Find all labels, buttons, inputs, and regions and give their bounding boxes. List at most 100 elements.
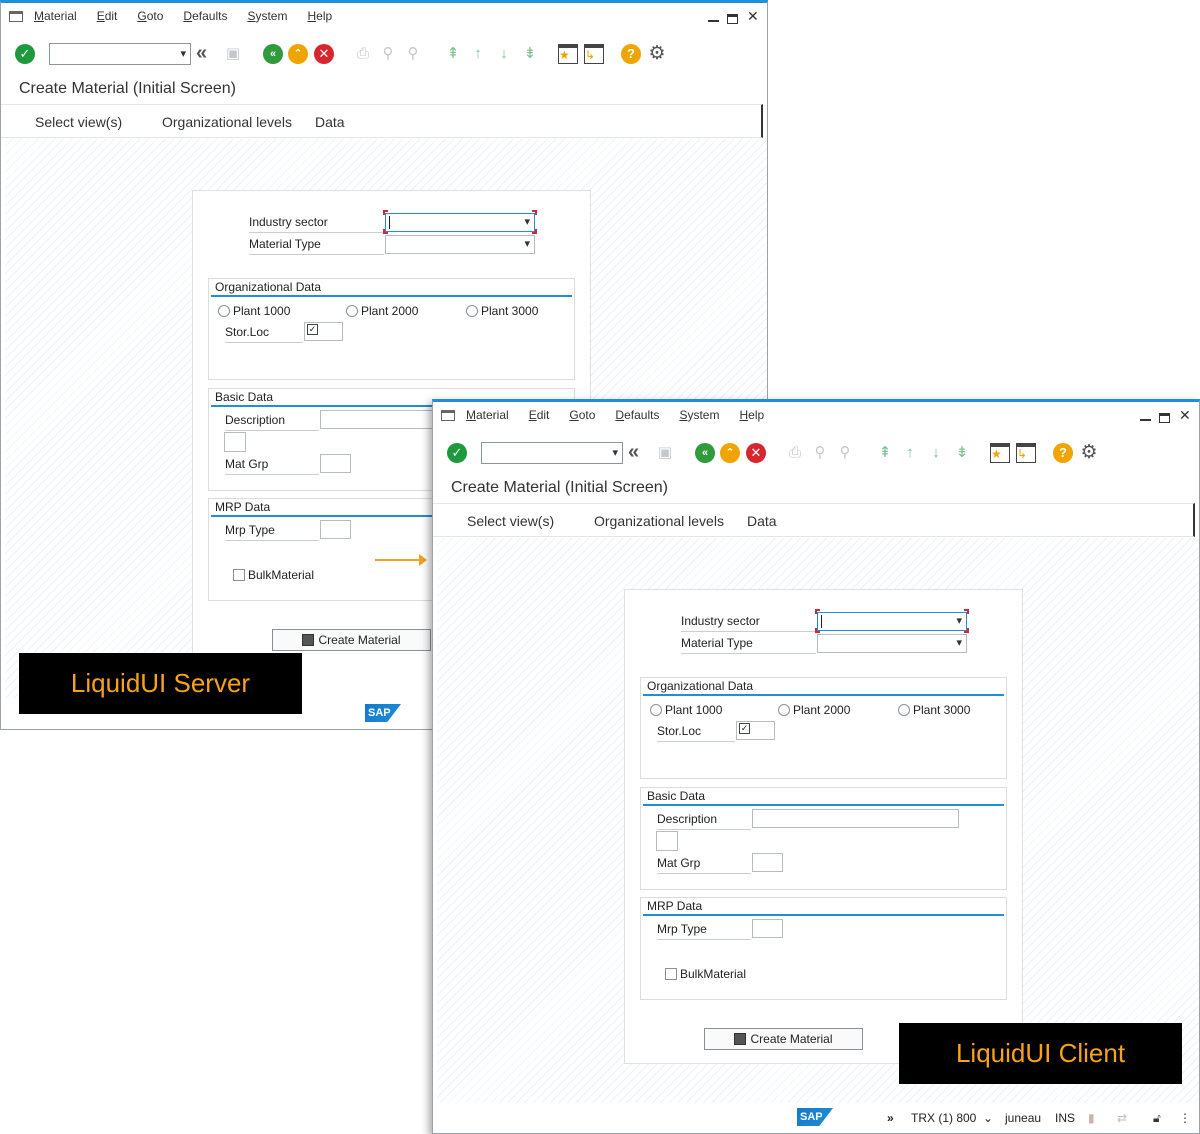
create-material-button[interactable]: Create Material (704, 1028, 863, 1050)
bulk-material-checkbox[interactable]: BulkMaterial (665, 967, 746, 981)
find-icon[interactable]: ⚲ (378, 44, 398, 64)
chevron-down-icon[interactable]: ⌄ (983, 1111, 993, 1125)
storloc-field[interactable]: ✓ (736, 721, 775, 740)
description-field[interactable] (752, 809, 959, 828)
gear-icon[interactable]: ⚙ (1079, 443, 1099, 463)
radio-plant-3000[interactable]: Plant 3000 (898, 703, 970, 717)
mrp-type-field[interactable] (320, 520, 351, 539)
minimize-icon[interactable] (708, 14, 719, 22)
menu-defaults[interactable]: Defaults (615, 408, 659, 422)
tab-select-views[interactable]: Select view(s) (467, 513, 554, 529)
new-session-icon[interactable]: ★ (990, 443, 1010, 463)
exit-icon[interactable]: ⌃ (288, 44, 308, 64)
mrp-type-field[interactable] (752, 919, 783, 938)
maximize-icon[interactable] (727, 14, 738, 24)
menu-goto[interactable]: Goto (569, 408, 595, 422)
chevron-down-icon: ▾ (180, 48, 186, 60)
exit-icon[interactable]: ⌃ (720, 443, 740, 463)
enter-check-icon[interactable]: ✓ (15, 44, 35, 64)
radio-plant-1000[interactable]: Plant 1000 (650, 703, 722, 717)
unlock-icon[interactable]: 🔓︎ (1153, 1111, 1161, 1126)
tab-data[interactable]: Data (315, 114, 345, 130)
menu-edit[interactable]: Edit (529, 408, 550, 422)
industry-sector-dropdown[interactable]: ▾ (385, 213, 535, 232)
tab-select-views[interactable]: Select view(s) (35, 114, 122, 130)
menu-defaults[interactable]: Defaults (183, 9, 227, 23)
close-icon[interactable]: ✕ (1179, 408, 1191, 422)
last-page-icon[interactable]: ⇟ (952, 443, 972, 463)
first-page-icon[interactable]: ⇞ (443, 44, 463, 64)
radio-plant-1000[interactable]: Plant 1000 (218, 304, 290, 318)
previous-page-icon[interactable]: ↑ (900, 443, 920, 463)
cancel-icon[interactable]: ✕ (746, 443, 766, 463)
storloc-field[interactable]: ✓ (304, 322, 343, 341)
back-icon[interactable]: « (263, 44, 283, 64)
shortcut-icon[interactable]: ↳ (584, 44, 604, 64)
menu-goto[interactable]: Goto (137, 9, 163, 23)
signal-icon: ▮ (1088, 1111, 1095, 1125)
radio-plant-2000[interactable]: Plant 2000 (346, 304, 418, 318)
focus-corner (532, 210, 537, 215)
tab-strip: Select view(s) Organizational levels Dat… (1, 104, 763, 138)
close-icon[interactable]: ✕ (747, 9, 759, 23)
next-page-icon[interactable]: ↓ (494, 44, 514, 64)
command-field[interactable]: ▾ (481, 442, 623, 464)
description-extra-field[interactable] (656, 831, 678, 851)
create-material-button[interactable]: Create Material (272, 629, 431, 651)
save-icon[interactable]: ▣ (655, 443, 675, 463)
help-icon[interactable]: ? (1053, 443, 1073, 463)
menu-system[interactable]: System (679, 408, 719, 422)
gear-icon[interactable]: ⚙ (647, 44, 667, 64)
radio-plant-3000[interactable]: Plant 3000 (466, 304, 538, 318)
find-next-icon[interactable]: ⚲ (403, 44, 423, 64)
maximize-icon[interactable] (1159, 413, 1170, 423)
expand-status-icon[interactable]: » (887, 1111, 894, 1125)
save-icon[interactable]: ▣ (223, 44, 243, 64)
industry-sector-dropdown[interactable]: ▾ (817, 612, 967, 631)
tab-organizational-levels[interactable]: Organizational levels (162, 114, 292, 130)
back-double-chevron-icon[interactable]: « (196, 43, 216, 64)
radio-plant-2000[interactable]: Plant 2000 (778, 703, 850, 717)
menu-icon[interactable] (9, 11, 23, 22)
menu-system[interactable]: System (247, 9, 287, 23)
enter-check-icon[interactable]: ✓ (447, 443, 467, 463)
transaction-info[interactable]: TRX (1) 800 (911, 1111, 976, 1125)
radio-icon (650, 704, 662, 716)
next-page-icon[interactable]: ↓ (926, 443, 946, 463)
help-icon[interactable]: ? (621, 44, 641, 64)
cancel-icon[interactable]: ✕ (314, 44, 334, 64)
first-page-icon[interactable]: ⇞ (875, 443, 895, 463)
shortcut-icon[interactable]: ↳ (1016, 443, 1036, 463)
insert-mode[interactable]: INS (1055, 1111, 1075, 1125)
print-icon[interactable]: ⎙ (785, 443, 805, 463)
matgrp-field[interactable] (320, 454, 351, 473)
menu-edit[interactable]: Edit (97, 9, 118, 23)
minimize-icon[interactable] (1140, 413, 1151, 421)
menu-help[interactable]: Help (307, 9, 332, 23)
tab-organizational-levels[interactable]: Organizational levels (594, 513, 724, 529)
material-type-dropdown[interactable]: ▾ (817, 634, 967, 653)
back-icon[interactable]: « (695, 443, 715, 463)
print-icon[interactable]: ⎙ (353, 44, 373, 64)
focus-corner (532, 229, 537, 234)
new-session-icon[interactable]: ★ (558, 44, 578, 64)
checkbox-check-icon[interactable]: ✓ (307, 324, 318, 335)
find-next-icon[interactable]: ⚲ (835, 443, 855, 463)
back-double-chevron-icon[interactable]: « (628, 442, 648, 463)
menu-material[interactable]: Material (34, 9, 77, 23)
previous-page-icon[interactable]: ↑ (468, 44, 488, 64)
checkbox-check-icon[interactable]: ✓ (739, 723, 750, 734)
more-icon[interactable]: ⋮ (1179, 1111, 1191, 1125)
tab-data[interactable]: Data (747, 513, 777, 529)
description-extra-field[interactable] (224, 432, 246, 452)
material-type-dropdown[interactable]: ▾ (385, 235, 535, 254)
menu-icon[interactable] (441, 410, 455, 421)
bulk-material-checkbox[interactable]: BulkMaterial (233, 568, 314, 582)
menu-help[interactable]: Help (739, 408, 764, 422)
matgrp-field[interactable] (752, 853, 783, 872)
menu-material[interactable]: Material (466, 408, 509, 422)
find-icon[interactable]: ⚲ (810, 443, 830, 463)
command-field[interactable]: ▾ (49, 43, 191, 65)
chevron-down-icon: ▾ (956, 615, 962, 627)
last-page-icon[interactable]: ⇟ (520, 44, 540, 64)
